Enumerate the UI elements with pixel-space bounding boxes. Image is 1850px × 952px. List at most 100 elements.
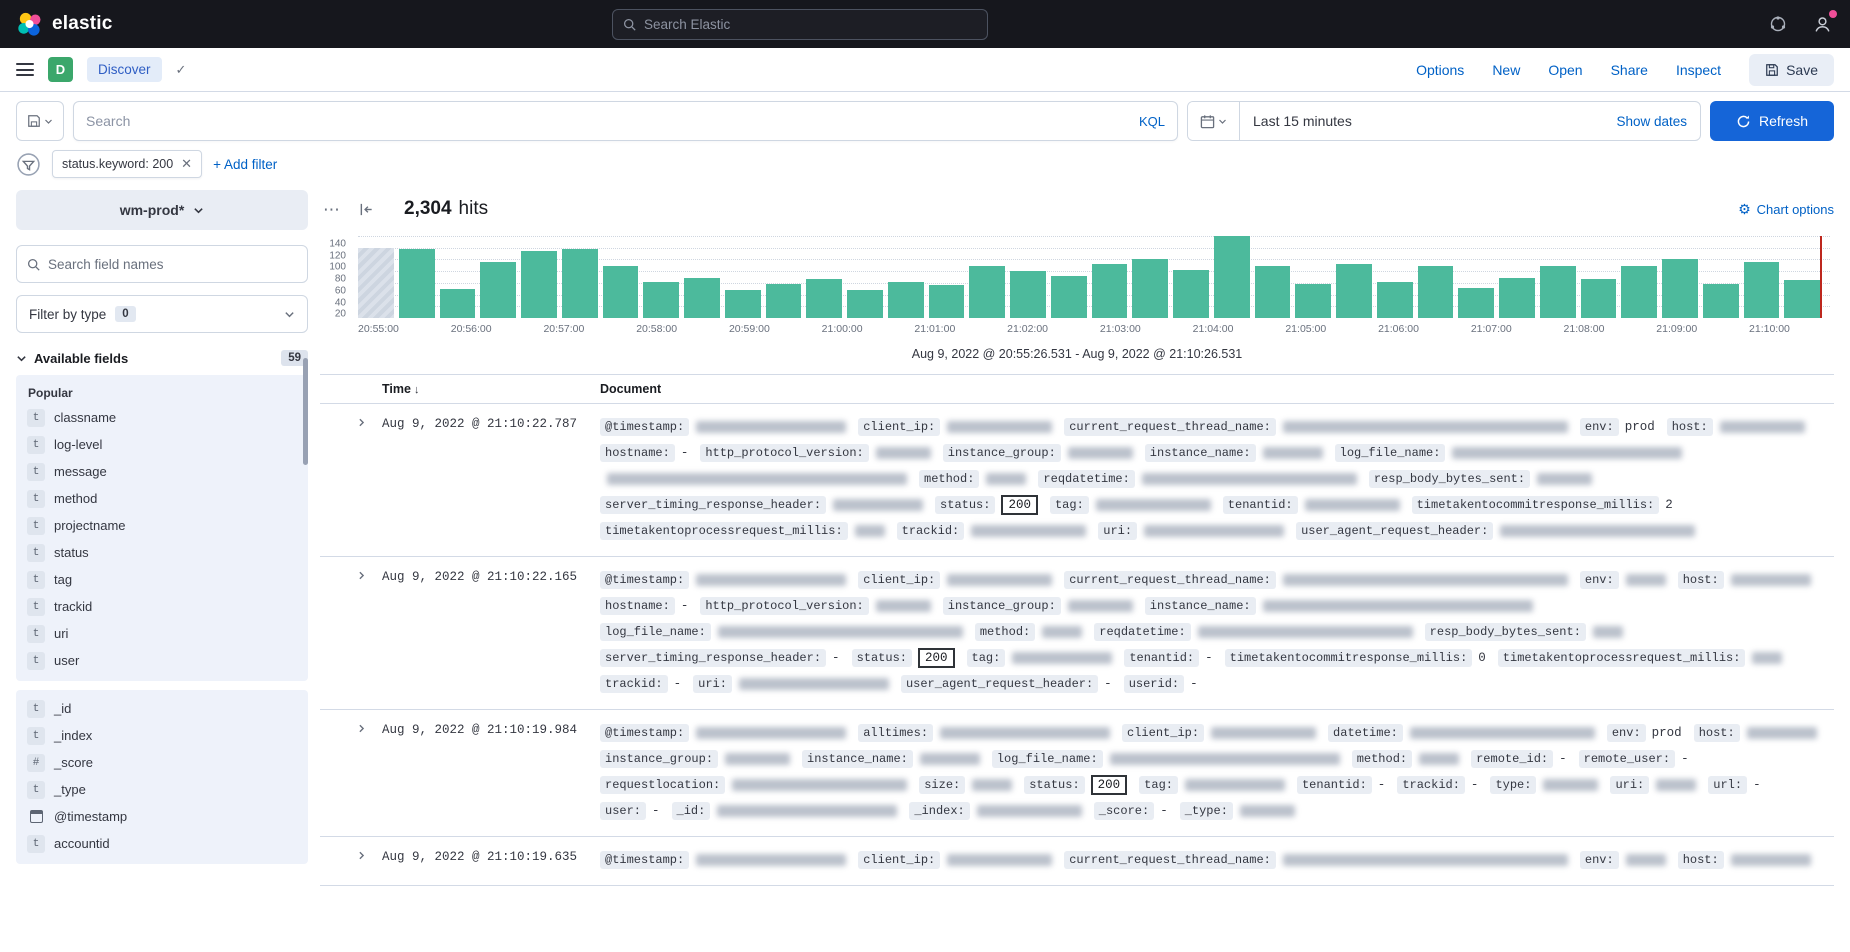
doc-field-name[interactable]: datetime: xyxy=(1328,724,1403,742)
field-item-accountid[interactable]: taccountid xyxy=(16,830,308,857)
histogram-bar[interactable] xyxy=(1377,282,1413,318)
doc-field-name[interactable]: instance_group: xyxy=(600,750,718,768)
doc-field-name[interactable]: log_file_name: xyxy=(1335,444,1446,462)
histogram-bar[interactable] xyxy=(562,249,598,318)
doc-field-name[interactable]: @timestamp: xyxy=(600,724,689,742)
histogram-bar[interactable] xyxy=(929,285,965,318)
global-search-input[interactable] xyxy=(644,17,977,32)
doc-field-name[interactable]: status: xyxy=(935,496,995,514)
histogram-bar[interactable] xyxy=(1214,236,1250,318)
menu-icon[interactable] xyxy=(16,63,34,76)
options-link[interactable]: Options xyxy=(1416,62,1464,78)
doc-field-name[interactable]: instance_name: xyxy=(802,750,913,768)
more-options-icon[interactable]: ⋯ xyxy=(320,197,344,221)
histogram-bar[interactable] xyxy=(888,282,924,318)
histogram-bar[interactable] xyxy=(806,279,842,318)
doc-field-name[interactable]: client_ip: xyxy=(858,418,940,436)
histogram-bar[interactable] xyxy=(1418,266,1454,318)
doc-field-name[interactable]: tag: xyxy=(1050,496,1089,514)
doc-field-name[interactable]: reqdatetime: xyxy=(1094,623,1190,641)
doc-field-name[interactable]: instance_name: xyxy=(1145,597,1256,615)
histogram-bar[interactable] xyxy=(521,251,557,318)
doc-field-name[interactable]: resp_body_bytes_sent: xyxy=(1425,623,1586,641)
doc-field-name[interactable]: trackid: xyxy=(897,522,965,540)
histogram-bar[interactable] xyxy=(847,290,883,318)
doc-field-name[interactable]: @timestamp: xyxy=(600,418,689,436)
doc-field-name[interactable]: timetakentocommitresponse_millis: xyxy=(1412,496,1660,514)
doc-field-name[interactable]: current_request_thread_name: xyxy=(1064,571,1276,589)
doc-field-name[interactable]: env: xyxy=(1580,571,1619,589)
doc-field-name[interactable]: instance_name: xyxy=(1145,444,1256,462)
field-item-projectname[interactable]: tprojectname xyxy=(16,512,308,539)
doc-field-name[interactable]: requestlocation: xyxy=(600,776,725,794)
histogram-bar[interactable] xyxy=(1255,266,1291,318)
field-item-@timestamp[interactable]: @timestamp xyxy=(16,803,308,830)
doc-field-name[interactable]: _id: xyxy=(672,802,711,820)
data-view-picker[interactable]: wm-prod* xyxy=(16,190,308,230)
histogram-bar[interactable] xyxy=(1662,259,1698,318)
doc-field-name[interactable]: method: xyxy=(919,470,979,488)
doc-field-name[interactable]: current_request_thread_name: xyxy=(1064,851,1276,869)
chart-options-button[interactable]: ⚙ Chart options xyxy=(1738,201,1834,218)
histogram-bar[interactable] xyxy=(1010,271,1046,318)
filter-menu-icon[interactable] xyxy=(16,152,41,177)
doc-field-name[interactable]: env: xyxy=(1580,851,1619,869)
collapse-sidebar-icon[interactable] xyxy=(354,197,378,221)
doc-field-name[interactable]: server_timing_response_header: xyxy=(600,496,826,514)
histogram-bar[interactable] xyxy=(1051,276,1087,318)
field-item-classname[interactable]: tclassname xyxy=(16,404,308,431)
field-item-status[interactable]: tstatus xyxy=(16,539,308,566)
histogram-bar[interactable] xyxy=(1784,280,1820,318)
saved-query-menu-button[interactable] xyxy=(16,101,64,141)
available-fields-header[interactable]: Available fields 59 xyxy=(16,350,308,366)
time-range-value[interactable]: Last 15 minutes xyxy=(1240,113,1616,129)
histogram-bar[interactable] xyxy=(440,289,476,318)
histogram-bar[interactable] xyxy=(1499,278,1535,318)
field-item-message[interactable]: tmessage xyxy=(16,458,308,485)
doc-field-name[interactable]: remote_user: xyxy=(1579,750,1675,768)
sidebar-scrollbar[interactable] xyxy=(303,358,308,465)
histogram-bar[interactable] xyxy=(1703,284,1739,318)
filter-pill[interactable]: status.keyword: 200 ✕ xyxy=(52,150,202,178)
doc-field-name[interactable]: status: xyxy=(1024,776,1084,794)
doc-field-name[interactable]: tag: xyxy=(967,649,1006,667)
doc-field-name[interactable]: user: xyxy=(600,802,646,820)
doc-field-name[interactable]: env: xyxy=(1580,418,1619,436)
doc-field-name[interactable]: @timestamp: xyxy=(600,851,689,869)
breadcrumb-discover[interactable]: Discover xyxy=(87,57,162,82)
user-avatar-icon[interactable] xyxy=(1810,12,1834,36)
histogram-bar[interactable] xyxy=(1744,262,1780,318)
new-link[interactable]: New xyxy=(1492,62,1520,78)
histogram-bar[interactable] xyxy=(1458,288,1494,318)
saved-state-check-icon[interactable]: ✓ xyxy=(176,62,187,78)
doc-field-name[interactable]: remote_id: xyxy=(1471,750,1553,768)
field-item-log-level[interactable]: tlog-level xyxy=(16,431,308,458)
doc-field-name[interactable]: hostname: xyxy=(600,444,675,462)
field-item-_score[interactable]: #_score xyxy=(16,749,308,776)
doc-field-name[interactable]: _type: xyxy=(1180,802,1233,820)
histogram-bar[interactable] xyxy=(1295,284,1331,318)
doc-field-name[interactable]: uri: xyxy=(693,675,732,693)
time-column-header[interactable]: Time↓ xyxy=(382,382,600,396)
histogram-bar[interactable] xyxy=(1621,266,1657,318)
doc-field-name[interactable]: tenantid: xyxy=(1297,776,1372,794)
doc-field-name[interactable]: client_ip: xyxy=(1122,724,1204,742)
expand-row-icon[interactable] xyxy=(355,849,368,873)
doc-field-name[interactable]: timetakentoprocessrequest_millis: xyxy=(600,522,848,540)
doc-field-name[interactable]: resp_body_bytes_sent: xyxy=(1369,470,1530,488)
field-item-method[interactable]: tmethod xyxy=(16,485,308,512)
histogram-bar[interactable] xyxy=(684,278,720,318)
doc-field-name[interactable]: timetakentocommitresponse_millis: xyxy=(1225,649,1473,667)
doc-field-name[interactable]: userid: xyxy=(1124,675,1184,693)
doc-field-name[interactable]: type: xyxy=(1490,776,1536,794)
share-link[interactable]: Share xyxy=(1611,62,1648,78)
doc-field-name[interactable]: http_protocol_version: xyxy=(700,444,868,462)
expand-row-icon[interactable] xyxy=(355,569,368,697)
doc-field-name[interactable]: tag: xyxy=(1139,776,1178,794)
doc-field-name[interactable]: host: xyxy=(1694,724,1740,742)
field-item-_type[interactable]: t_type xyxy=(16,776,308,803)
histogram-bar[interactable] xyxy=(725,290,761,318)
histogram-bar[interactable] xyxy=(480,262,516,318)
query-language-button[interactable]: KQL xyxy=(1129,114,1165,129)
doc-field-name[interactable]: log_file_name: xyxy=(600,623,711,641)
